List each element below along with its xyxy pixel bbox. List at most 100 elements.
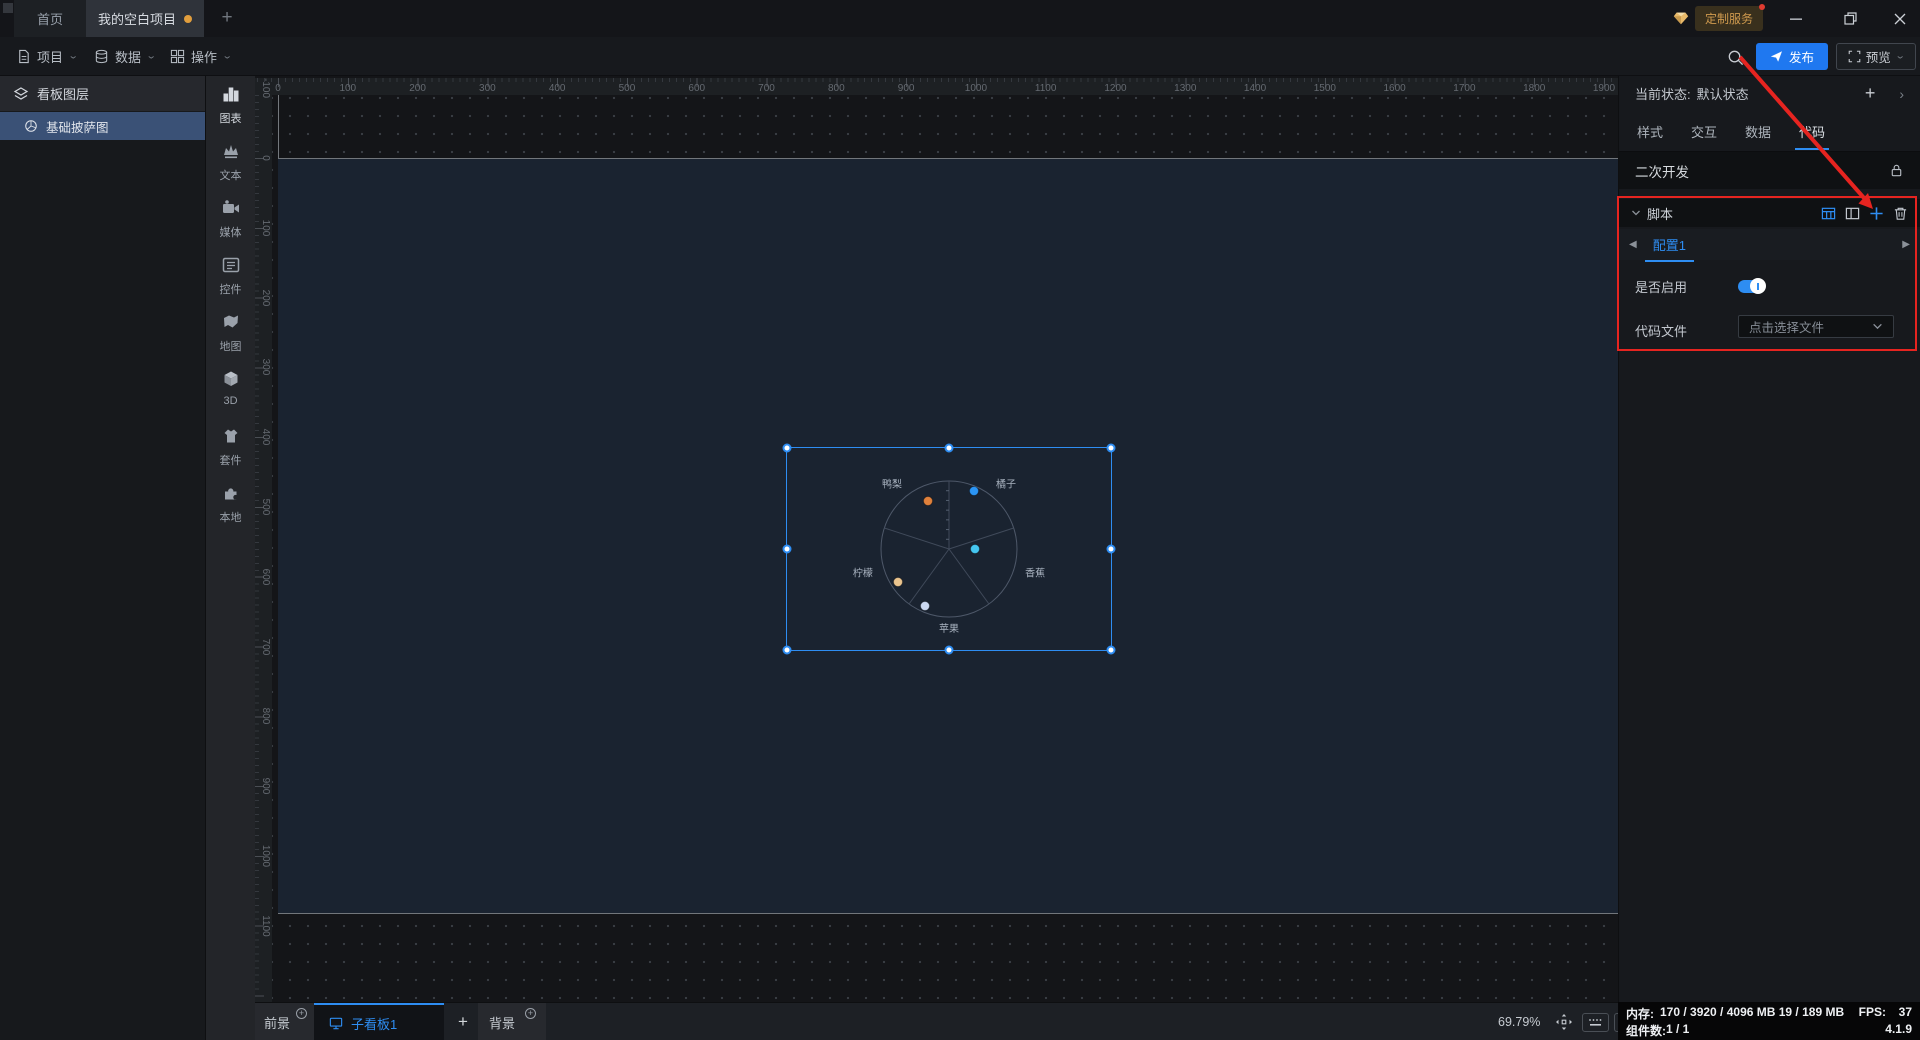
inspector-tab[interactable]: 数据 (1743, 113, 1773, 150)
inspector-tab[interactable]: 样式 (1635, 113, 1665, 150)
h-ruler-label: 1300 (1174, 83, 1197, 94)
fullscreen-icon (1848, 50, 1861, 63)
h-ruler-label: 1900 (1592, 83, 1616, 94)
horizontal-ruler: 0 100 200 300 400 500 600 700 800 900 1000 1100 1200… (255, 78, 1618, 95)
fit-view-icon (1556, 1014, 1572, 1030)
background-segment[interactable]: 背景 + (478, 1003, 546, 1040)
v-ruler-label: 900 (260, 777, 271, 795)
tab-current-project[interactable]: 我的空白项目 (86, 0, 204, 37)
h-ruler-label: 400 (548, 83, 566, 94)
dock-item-chart[interactable]: 图表 (206, 76, 255, 133)
chevron-down-icon (1632, 210, 1640, 216)
dock-item-local[interactable]: 本地 (206, 475, 255, 532)
dock-item-threed[interactable]: 3D (206, 361, 255, 418)
custom-service[interactable]: 定制服务 (1672, 3, 1766, 32)
prev-config-arrow-icon[interactable]: ◀ (1629, 239, 1637, 250)
selection-box[interactable] (782, 443, 1116, 655)
menu-operations[interactable]: 操作 ⌄ (170, 37, 233, 75)
add-foreground-icon[interactable]: + (296, 1008, 307, 1019)
publish-button[interactable]: 发布 (1756, 43, 1828, 70)
selection-handle[interactable] (944, 645, 954, 655)
dock-item-kit[interactable]: 套件 (206, 418, 255, 475)
dock-item-text[interactable]: 文本 (206, 133, 255, 190)
foreground-segment[interactable]: 前景 + (255, 1003, 314, 1040)
main-toolbar: 项目 ⌄ 数据 ⌄ 操作 ⌄ 发布 预览 ⌄ (0, 37, 1920, 76)
selection-handle[interactable] (782, 645, 792, 655)
dock-item-label: 图表 (219, 113, 242, 125)
shortcut-keys-button[interactable] (1582, 1013, 1609, 1032)
state-row: 当前状态: 默认状态 + › (1619, 76, 1920, 111)
table-icon[interactable] (1821, 206, 1836, 221)
h-ruler-label: 900 (897, 83, 915, 94)
dock-item-widget[interactable]: 控件 (206, 247, 255, 304)
preview-button[interactable]: 预览 ⌄ (1836, 43, 1916, 70)
script-section-header[interactable]: 脚本 (1619, 199, 1920, 227)
selection-handle[interactable] (782, 443, 792, 453)
secondary-dev-section[interactable]: 二次开发 (1619, 151, 1920, 189)
code-file-label: 代码文件 (1635, 324, 1688, 339)
enable-toggle[interactable] (1738, 278, 1766, 294)
selection-handle[interactable] (782, 544, 792, 554)
paper-plane-icon (1770, 51, 1782, 62)
dock-item-map[interactable]: 地图 (206, 304, 255, 361)
fit-view-button[interactable] (1555, 1013, 1573, 1036)
v-ruler-label: 200 (260, 289, 271, 306)
selection-handle[interactable] (1106, 645, 1116, 655)
v-ruler-label: 0 (260, 155, 271, 161)
enable-label: 是否启用 (1635, 280, 1688, 295)
dock-item-media[interactable]: 媒体 (206, 190, 255, 247)
menu-project[interactable]: 项目 ⌄ (16, 37, 79, 75)
enable-field-row: 是否启用 (1619, 277, 1920, 296)
workspace[interactable]: 0 100 200 300 400 500 600 700 800 900 1000 1100 1200… (255, 76, 1618, 1002)
inspector-tabs: 样式 交互 数据 代码 (1619, 111, 1920, 151)
tab-home[interactable]: 首页 (14, 0, 86, 37)
minimize-icon (1790, 18, 1802, 20)
h-ruler-label: 1500 (1313, 83, 1336, 94)
gem-icon (1673, 12, 1689, 25)
search-button[interactable] (1722, 44, 1748, 70)
inspector-tab[interactable]: 交互 (1689, 113, 1719, 150)
config-tab[interactable]: 配置1 (1644, 229, 1695, 262)
new-tab-button[interactable]: + (214, 5, 240, 31)
chart-icon (221, 84, 241, 107)
zoom-level[interactable]: 69.79% (1498, 1003, 1540, 1040)
layers-icon (13, 86, 29, 100)
add-background-icon[interactable]: + (525, 1008, 536, 1019)
selection-handle[interactable] (1106, 544, 1116, 554)
v-ruler-label: 500 (260, 498, 271, 516)
service-badge[interactable]: 定制服务 (1695, 3, 1766, 31)
add-subboard-label: + (458, 1012, 468, 1031)
next-state-button[interactable]: › (1899, 86, 1904, 102)
layer-item-pizza-chart[interactable]: 基础披萨图 (0, 112, 205, 140)
script-section-title: 脚本 (1647, 206, 1674, 222)
chevron-down-icon: ⌄ (1894, 51, 1906, 62)
trash-icon[interactable] (1893, 206, 1908, 221)
dock-item-label: 地图 (219, 341, 242, 353)
h-ruler-label: 600 (688, 83, 706, 94)
local-icon (221, 483, 241, 506)
memory-label: 内存: (1626, 1007, 1654, 1021)
add-state-button[interactable]: + (1865, 83, 1876, 104)
layers-panel: 看板图层 基础披萨图 (0, 76, 206, 1040)
selection-handle[interactable] (1106, 443, 1116, 453)
subboard-tab[interactable]: 子看板1 (314, 1003, 444, 1040)
memory-value: 170 / 3920 / 4096 MB 19 / 189 MB (1660, 1005, 1845, 1019)
dock-item-label: 媒体 (219, 227, 242, 239)
restore-button[interactable] (1828, 0, 1872, 37)
next-config-arrow-icon[interactable]: ▶ (1902, 239, 1910, 250)
add-subboard-button[interactable]: + (448, 1003, 478, 1040)
minimize-button[interactable] (1774, 0, 1818, 37)
split-panel-icon[interactable] (1845, 206, 1860, 221)
selection-handle[interactable] (944, 443, 954, 453)
v-ruler-label: 600 (260, 568, 271, 586)
h-ruler-label: 1000 (964, 83, 988, 94)
inspector-tab[interactable]: 代码 (1795, 113, 1830, 150)
menu-data[interactable]: 数据 ⌄ (94, 37, 157, 75)
h-ruler-label: 1400 (1243, 83, 1267, 94)
code-file-select[interactable]: 点击选择文件 (1738, 315, 1894, 338)
document-icon (19, 49, 29, 63)
search-icon (1728, 50, 1743, 65)
close-button[interactable] (1878, 0, 1920, 37)
add-config-icon[interactable] (1869, 206, 1884, 221)
h-ruler-label: 1600 (1383, 83, 1406, 94)
